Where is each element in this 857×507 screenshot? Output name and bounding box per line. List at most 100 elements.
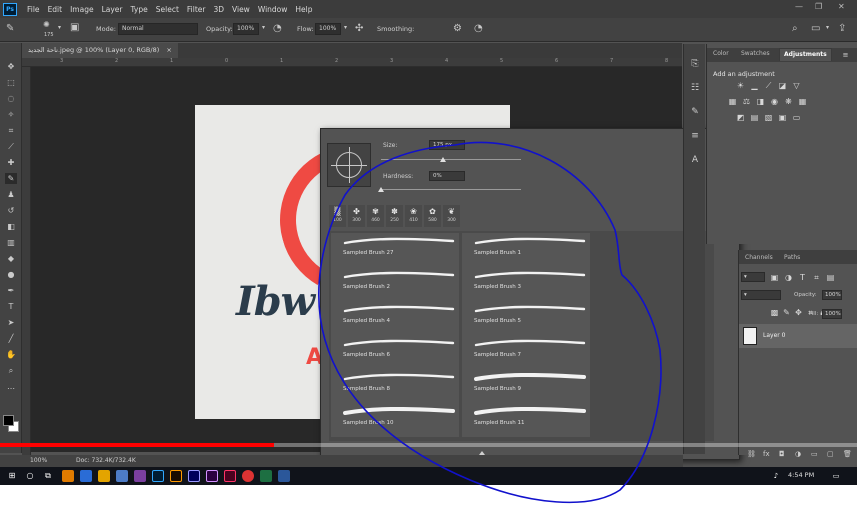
- curves-icon[interactable]: ⟋: [763, 81, 774, 91]
- mode-select[interactable]: Normal: [118, 23, 198, 35]
- menu-edit[interactable]: Edit: [44, 5, 67, 14]
- volume-icon[interactable]: ♪: [770, 470, 782, 482]
- healing-tool-icon[interactable]: ✚: [5, 157, 17, 168]
- brush-preset-item[interactable]: Sampled Brush 9: [462, 369, 590, 403]
- hue-saturation-icon[interactable]: ▦: [727, 97, 738, 107]
- brush-preset-item[interactable]: Sampled Brush 4: [331, 301, 459, 335]
- brush-tip[interactable]: ✾ 460: [367, 205, 384, 227]
- taskbar-excel-icon[interactable]: [260, 470, 272, 482]
- minimize-icon[interactable]: —: [795, 2, 803, 11]
- share-icon[interactable]: ⇪: [838, 23, 846, 34]
- photo-filter-icon[interactable]: ◉: [769, 97, 780, 107]
- layer-opacity-field[interactable]: 100%: [822, 290, 842, 300]
- brush-panel-icon[interactable]: ✎: [689, 106, 701, 118]
- menu-file[interactable]: File: [23, 5, 44, 14]
- task-view-icon[interactable]: ⧉: [42, 470, 54, 482]
- move-tool-icon[interactable]: ✥: [5, 61, 17, 72]
- new-layer-icon[interactable]: ▢: [827, 450, 834, 458]
- blend-mode-select[interactable]: ▾: [741, 290, 781, 300]
- filter-shape-icon[interactable]: ⌗: [811, 273, 822, 283]
- dodge-tool-icon[interactable]: ●: [5, 269, 17, 280]
- menu-window[interactable]: Window: [254, 5, 292, 14]
- brush-tip[interactable]: ❦ 300: [443, 205, 460, 227]
- brush-tip[interactable]: ✿ 580: [424, 205, 441, 227]
- brush-preset-item[interactable]: Sampled Brush 3: [462, 267, 590, 301]
- size-slider-thumb[interactable]: [439, 157, 446, 162]
- pressure-opacity-icon[interactable]: ◔: [273, 23, 282, 34]
- notifications-icon[interactable]: ▭: [830, 470, 842, 482]
- preset-dropdown-icon[interactable]: ▾: [58, 24, 61, 31]
- quick-select-tool-icon[interactable]: ✧: [5, 109, 17, 120]
- lock-position-icon[interactable]: ✥: [793, 308, 804, 318]
- history-panel-icon[interactable]: ⎘: [689, 58, 701, 70]
- hardness-slider-thumb[interactable]: [378, 187, 384, 192]
- size-field[interactable]: 175 px: [429, 140, 465, 150]
- more-tools-icon[interactable]: ⋯: [5, 383, 17, 394]
- tab-color[interactable]: Color: [709, 48, 733, 61]
- taskbar-app-icon[interactable]: [98, 470, 110, 482]
- menu-filter[interactable]: Filter: [183, 5, 210, 14]
- color-lookup-icon[interactable]: ▦: [797, 97, 808, 107]
- opacity-field[interactable]: 100%: [233, 23, 259, 35]
- type-tool-icon[interactable]: T: [5, 301, 17, 312]
- color-balance-icon[interactable]: ⚖: [741, 97, 752, 107]
- character-panel-icon[interactable]: A: [689, 154, 701, 166]
- restore-icon[interactable]: ❐: [815, 2, 822, 11]
- new-adjustment-icon[interactable]: ◑: [795, 450, 801, 458]
- filter-pixel-icon[interactable]: ▣: [769, 273, 780, 283]
- libraries-panel-icon[interactable]: ☷: [689, 82, 701, 94]
- tab-swatches[interactable]: Swatches: [737, 48, 774, 61]
- flow-dropdown-icon[interactable]: ▾: [344, 24, 347, 31]
- lock-transparent-icon[interactable]: ▩: [769, 308, 780, 318]
- brush-preset-item[interactable]: Sampled Brush 5: [462, 301, 590, 335]
- video-progress-track[interactable]: [0, 443, 857, 447]
- history-brush-tool-icon[interactable]: ↺: [5, 205, 17, 216]
- brush-panel-toggle-icon[interactable]: ▣: [70, 22, 79, 33]
- brush-preset-item[interactable]: Sampled Brush 2: [331, 267, 459, 301]
- pen-tool-icon[interactable]: ✒: [5, 285, 17, 296]
- taskbar-photoshop-icon[interactable]: [152, 470, 164, 482]
- document-tab[interactable]: ناحة الجديد.jpeg @ 100% (Layer 0, RGB/8)…: [22, 43, 178, 58]
- fx-icon[interactable]: fx: [763, 450, 770, 458]
- brightness-icon[interactable]: ☀: [735, 81, 746, 91]
- layer-filter-select[interactable]: ▾: [741, 272, 765, 282]
- tab-close-icon[interactable]: ×: [166, 46, 171, 54]
- airbrush-icon[interactable]: ✣: [355, 23, 363, 34]
- foreground-color-swatch[interactable]: [3, 415, 14, 426]
- panel-menu-icon[interactable]: ≡: [840, 50, 851, 60]
- exposure-icon[interactable]: ◪: [777, 81, 788, 91]
- path-select-tool-icon[interactable]: ➤: [5, 317, 17, 328]
- tab-adjustments[interactable]: Adjustments: [779, 48, 832, 61]
- brush-preset-item[interactable]: Sampled Brush 6: [331, 335, 459, 369]
- invert-icon[interactable]: ◩: [735, 113, 746, 123]
- brush-tip[interactable]: ✤ 300: [348, 205, 365, 227]
- workspace-dropdown-icon[interactable]: ▾: [826, 24, 829, 31]
- black-white-icon[interactable]: ◨: [755, 97, 766, 107]
- blur-tool-icon[interactable]: ◆: [5, 253, 17, 264]
- settings-gear-icon[interactable]: ⚙: [453, 23, 462, 34]
- brush-preset-item[interactable]: Sampled Brush 11: [462, 403, 590, 437]
- shape-tool-icon[interactable]: ╱: [5, 333, 17, 344]
- brush-tip[interactable]: ▒ 100: [329, 205, 346, 227]
- search-icon[interactable]: ⌕: [792, 23, 798, 34]
- zoom-tool-icon[interactable]: ⌕: [5, 365, 17, 376]
- brush-preset-item[interactable]: Sampled Brush 7: [462, 335, 590, 369]
- flow-field[interactable]: 100%: [315, 23, 341, 35]
- brush-tip[interactable]: ✽ 250: [386, 205, 403, 227]
- taskbar-aftereffects-icon[interactable]: [206, 470, 218, 482]
- hardness-field[interactable]: 0%: [429, 171, 465, 181]
- fill-field[interactable]: 100%: [822, 309, 842, 319]
- posterize-icon[interactable]: ▤: [749, 113, 760, 123]
- threshold-icon[interactable]: ▧: [763, 113, 774, 123]
- menu-type[interactable]: Type: [127, 5, 152, 14]
- marquee-tool-icon[interactable]: ⬚: [5, 77, 17, 88]
- menu-image[interactable]: Image: [66, 5, 98, 14]
- brush-preset-item[interactable]: Sampled Brush 27: [331, 233, 459, 267]
- lasso-tool-icon[interactable]: ◌: [5, 93, 17, 104]
- opacity-dropdown-icon[interactable]: ▾: [262, 24, 265, 31]
- taskbar-app-icon[interactable]: [116, 470, 128, 482]
- levels-icon[interactable]: ▁: [749, 81, 760, 91]
- brush-tool-active-icon[interactable]: ✎: [5, 173, 17, 184]
- vibrance-icon[interactable]: ▽: [791, 81, 802, 91]
- delete-layer-icon[interactable]: 🗑︎: [843, 450, 852, 458]
